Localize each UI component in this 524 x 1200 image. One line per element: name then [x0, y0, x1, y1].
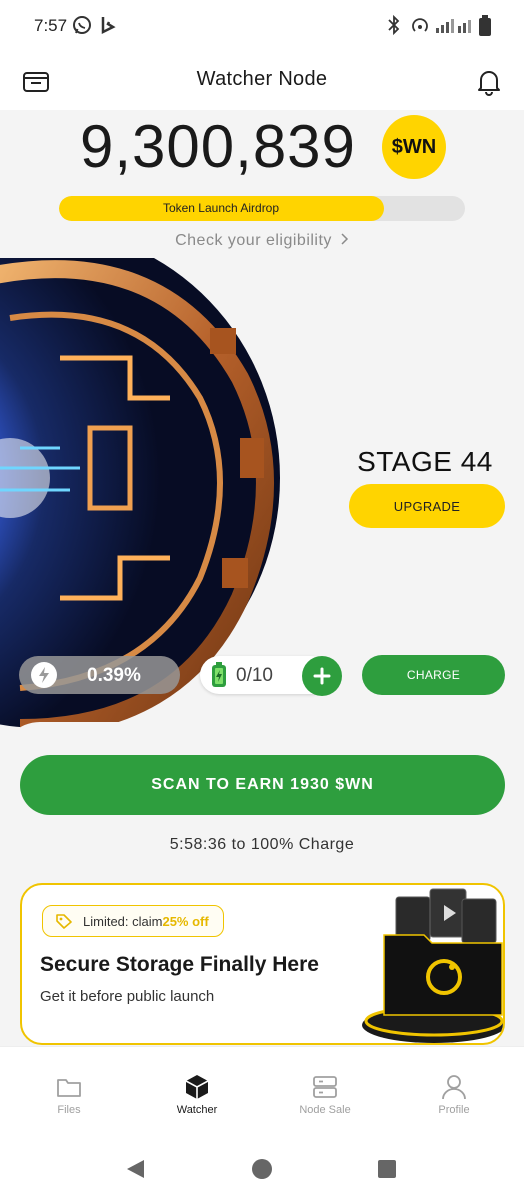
token-badge: $WN: [382, 115, 446, 179]
promo-title: Secure Storage Finally Here: [40, 953, 319, 976]
airdrop-progress-label: Token Launch Airdrop: [162, 201, 280, 215]
charge-count: 0/10: [236, 665, 273, 686]
charge-timer: 5:58:36 to 100% Charge: [169, 836, 355, 853]
earning-rate-value: 0.39%: [87, 665, 141, 686]
cube-icon: [183, 1073, 211, 1101]
nav-item-files[interactable]: Files: [19, 1047, 119, 1139]
chevron-right-icon: [341, 232, 349, 250]
upgrade-button[interactable]: UPGRADE: [349, 484, 505, 528]
nav-label-profile: Profile: [438, 1104, 470, 1116]
bell-icon[interactable]: [473, 66, 505, 98]
person-icon: [440, 1073, 468, 1101]
plus-icon: [313, 667, 331, 685]
server-icon: [311, 1073, 339, 1101]
nav-label-node-sale: Node Sale: [299, 1104, 351, 1116]
nav-label-files: Files: [57, 1104, 81, 1116]
check-eligibility-label: Check your eligibility: [175, 232, 332, 250]
home-icon[interactable]: [251, 1158, 273, 1185]
page-title: Watcher Node: [196, 68, 328, 90]
bottom-navigation: Files Watcher Node Sale Profile: [0, 1046, 524, 1138]
storage-folder-illustration: [344, 885, 503, 1043]
back-icon[interactable]: [124, 1158, 146, 1185]
nav-item-node-sale[interactable]: Node Sale: [275, 1047, 375, 1139]
promo-tag: Limited: claim 25% off: [42, 905, 224, 937]
status-time: 7:57: [34, 16, 68, 35]
add-charge-button[interactable]: [302, 656, 342, 696]
tag-icon: [55, 913, 73, 932]
status-bar: 7:57: [0, 0, 524, 54]
battery-icon: [478, 14, 492, 43]
balance-row: 9,300,839 $WN: [0, 112, 524, 182]
nav-label-watcher: Watcher: [176, 1104, 218, 1116]
scan-to-earn-button[interactable]: SCAN TO EARN 1930 $WN: [20, 755, 505, 815]
recents-icon[interactable]: [377, 1159, 397, 1184]
whatsapp-icon: [72, 14, 92, 41]
app-header: Watcher Node: [0, 54, 524, 110]
hotspot-icon: [410, 14, 430, 41]
nav-item-watcher[interactable]: Watcher: [147, 1047, 247, 1139]
folder-icon: [55, 1073, 83, 1101]
token-symbol: $WN: [391, 135, 437, 158]
battery-charge-icon: [210, 662, 228, 693]
promo-subtitle: Get it before public launch: [40, 988, 215, 1005]
signal-icon: [436, 14, 476, 41]
nav-item-profile[interactable]: Profile: [404, 1047, 504, 1139]
bluetooth-icon: [386, 14, 402, 41]
bing-icon: [100, 14, 118, 41]
charge-button[interactable]: CHARGE: [362, 655, 505, 695]
airdrop-progress-bar: Token Launch Airdrop: [59, 196, 465, 221]
promo-tag-text: Limited: claim: [83, 913, 163, 929]
check-eligibility-link[interactable]: Check your eligibility: [0, 232, 524, 250]
earning-rate-pill: 0.39%: [19, 656, 180, 694]
system-navigation-bar: [0, 1138, 524, 1200]
promo-card[interactable]: Limited: claim 25% off Secure Storage Fi…: [20, 883, 505, 1045]
promo-discount: 25% off: [162, 913, 209, 929]
stage-title: STAGE 44: [357, 446, 493, 477]
balance-value: 9,300,839: [80, 113, 356, 180]
lightning-icon: [31, 662, 57, 688]
